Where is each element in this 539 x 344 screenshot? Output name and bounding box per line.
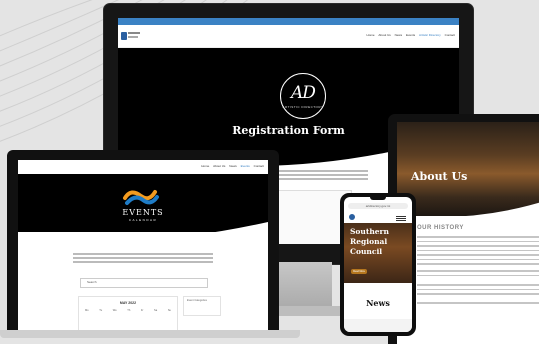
nav-item-home[interactable]: Home <box>201 164 209 168</box>
nav-item-about[interactable]: About Us <box>213 164 225 168</box>
nav-item-about[interactable]: About Us <box>378 33 390 37</box>
weekday-label: Sa <box>154 309 158 312</box>
logo-subtitle: CALENDAR <box>128 218 158 222</box>
calendar-grid: Mo Tu We Th Fr Sa Su <box>85 309 171 317</box>
right-laptop-screen: About Us OUR HISTORY <box>397 122 539 344</box>
address-bar[interactable]: artdirectory.gov.mt <box>348 203 408 209</box>
nav-item-artistic-directory[interactable]: Artistic Directory <box>419 33 441 37</box>
phone-notch <box>370 197 386 200</box>
nav-item-events[interactable]: Events <box>241 164 250 168</box>
calendar-month: MAY 2022 <box>119 301 137 305</box>
nav-item-news[interactable]: News <box>229 164 237 168</box>
history-paragraph-3 <box>417 270 539 279</box>
hero-title: About Us <box>411 170 468 183</box>
mobile-toolbar <box>344 319 412 332</box>
mobile-header <box>344 212 412 222</box>
weekday-label: Fr <box>140 309 144 312</box>
section-title: OUR HISTORY <box>417 225 464 231</box>
artistic-directory-logo: AD ARTISTIC DIRECTORY <box>280 73 326 119</box>
weekday-label: Mo <box>85 309 89 312</box>
weekday-label: Tu <box>99 309 103 312</box>
weekday-label: We <box>112 309 117 312</box>
nav-item-contact[interactable]: Contact <box>254 164 264 168</box>
history-paragraph-5 <box>417 302 539 307</box>
read-more-button[interactable]: Read More <box>351 269 367 274</box>
logo-title: EVENTS <box>122 208 164 217</box>
site-navbar: Home About Us News Events Artistic Direc… <box>118 25 459 48</box>
history-paragraph-4 <box>417 284 539 298</box>
history-paragraph-1 <box>417 236 539 254</box>
event-search-input[interactable]: Search <box>80 278 208 288</box>
history-paragraph-2 <box>417 254 539 268</box>
nav-item-home[interactable]: Home <box>367 33 375 37</box>
left-laptop-base <box>0 330 300 338</box>
section-title: News <box>366 298 390 308</box>
address-url: artdirectory.gov.mt <box>365 204 391 208</box>
intro-paragraph <box>73 253 213 265</box>
site-logo[interactable] <box>121 30 141 42</box>
weekday-label: Su <box>167 309 171 312</box>
hero-wave-divider <box>18 222 268 248</box>
site-navbar: Home About Us News Events Contact <box>18 160 268 172</box>
event-categories-panel[interactable]: Event Categories <box>183 296 221 316</box>
nav-item-news[interactable]: News <box>395 33 403 37</box>
left-laptop: Home About Us News Events Contact EVENTS… <box>7 150 279 330</box>
smartphone: artdirectory.gov.mt Southern Regional Co… <box>340 193 416 336</box>
button-label: Read More <box>353 270 365 273</box>
hamburger-menu-icon[interactable] <box>396 216 406 217</box>
weekday-label: Th <box>127 309 131 312</box>
panel-label: Event Categories <box>187 299 207 302</box>
nav-menu: Home About Us News Events Contact <box>198 164 264 168</box>
nav-item-contact[interactable]: Contact <box>445 33 455 37</box>
left-laptop-screen: Home About Us News Events Contact EVENTS… <box>18 160 268 330</box>
search-placeholder: Search <box>87 280 97 284</box>
logo-subtitle: ARTISTIC DIRECTORY <box>282 105 324 109</box>
nav-menu: Home About Us News Events Artistic Direc… <box>364 33 455 37</box>
logo-initials: AD <box>291 83 316 103</box>
top-bar <box>118 18 459 25</box>
event-calendar[interactable]: MAY 2022 Mo Tu We Th Fr Sa Su <box>78 296 178 330</box>
phone-screen: artdirectory.gov.mt Southern Regional Co… <box>344 197 412 332</box>
hero-wave-divider <box>397 202 539 222</box>
hero-title: Southern Regional Council <box>350 227 389 256</box>
events-calendar-logo-icon <box>123 190 159 205</box>
site-logo[interactable] <box>349 214 355 220</box>
nav-item-events[interactable]: Events <box>406 33 415 37</box>
